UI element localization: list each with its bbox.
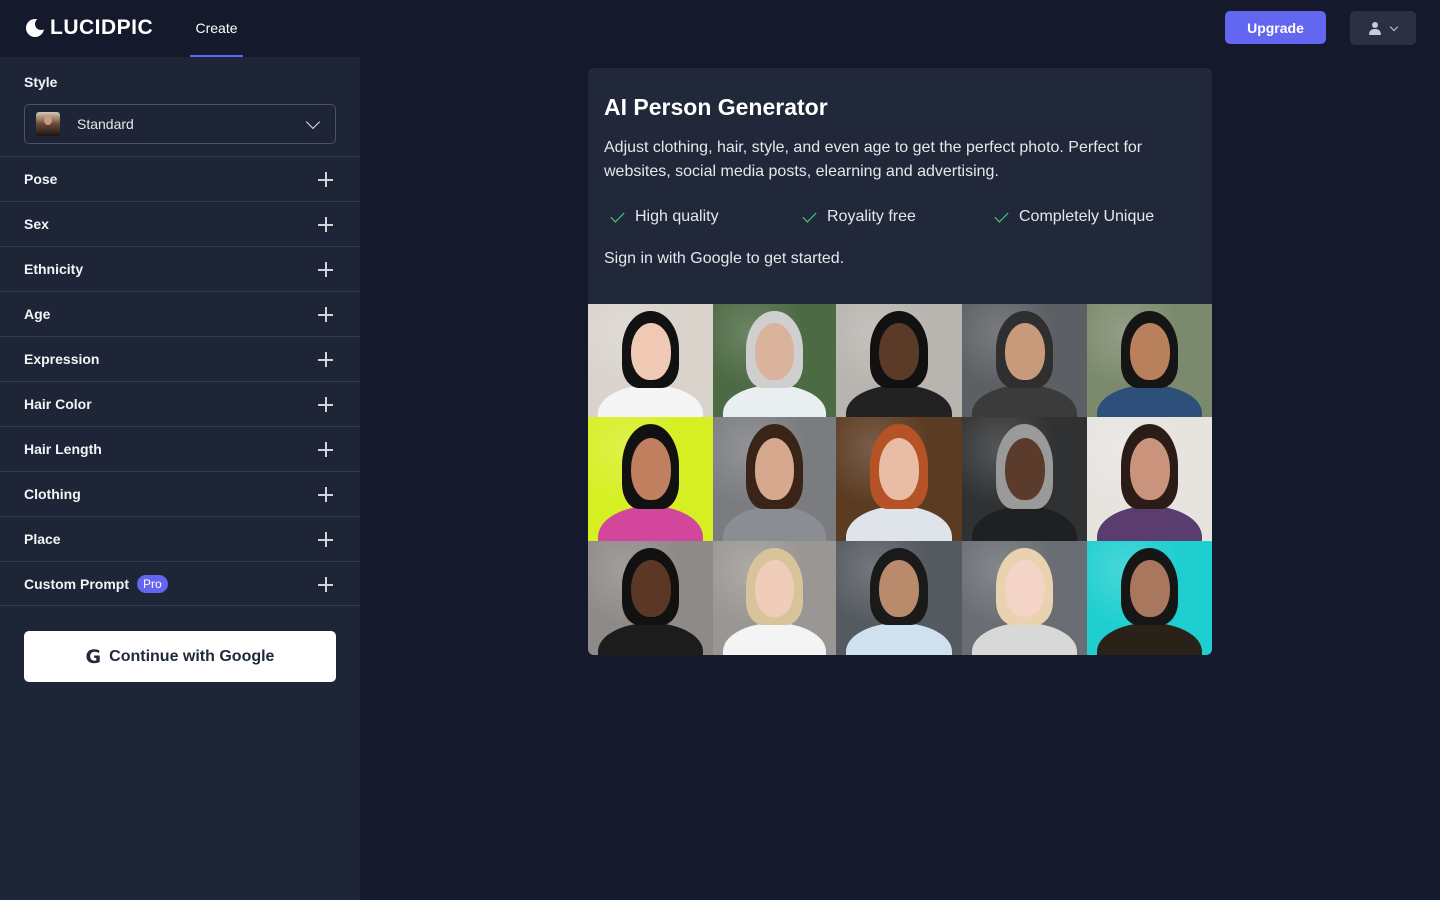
portrait-image (713, 417, 836, 541)
accordion-item[interactable]: Hair Length (0, 426, 360, 471)
accordion-item[interactable]: Sex (0, 201, 360, 246)
style-select[interactable]: Standard (24, 104, 336, 144)
accordion-label: Place (24, 531, 61, 547)
tab-create[interactable]: Create (190, 0, 243, 57)
top-bar: LUCIDPIC Create Upgrade (0, 0, 1440, 57)
style-label: Style (24, 74, 58, 90)
portrait-image (713, 541, 836, 655)
style-selected-value: Standard (77, 116, 134, 132)
accordion-label: Age (24, 306, 51, 322)
portrait-image (836, 304, 962, 417)
plus-icon (318, 262, 333, 277)
portrait-image (588, 417, 713, 541)
accordion-item[interactable]: Expression (0, 336, 360, 381)
feature-label: High quality (635, 208, 719, 225)
user-menu-button[interactable] (1350, 11, 1416, 45)
portrait-image (1087, 304, 1212, 417)
plus-icon (318, 532, 333, 547)
portrait-image (962, 417, 1087, 541)
portrait-image (836, 541, 962, 655)
style-thumbnail (36, 112, 60, 136)
page-title: AI Person Generator (604, 94, 828, 120)
user-icon (1369, 21, 1381, 35)
accordion-label: Expression (24, 351, 100, 367)
accordion-label: Custom Prompt (24, 575, 129, 592)
accordion-item[interactable]: Custom Prompt Pro (0, 561, 360, 606)
chevron-down-icon (305, 114, 321, 130)
chevron-down-icon (1389, 22, 1399, 31)
check-icon (610, 207, 625, 223)
check-icon (802, 207, 817, 223)
plus-icon (318, 217, 333, 232)
portrait-image (962, 304, 1087, 417)
lucidpic-logo[interactable]: LUCIDPIC (26, 16, 153, 40)
upgrade-button[interactable]: Upgrade (1225, 11, 1326, 44)
example-portrait-grid (588, 304, 1212, 655)
generator-card: AI Person Generator Adjust clothing, hai… (588, 68, 1212, 655)
continue-with-google-button[interactable]: G Continue with Google (24, 631, 336, 682)
plus-icon (318, 307, 333, 322)
google-icon: G (85, 645, 102, 668)
feature-label: Royality free (827, 208, 916, 225)
accordion-label: Ethnicity (24, 261, 84, 277)
card-description: Adjust clothing, hair, style, and even a… (604, 139, 1143, 180)
option-accordion: Pose Sex Ethnicity Age Expression Hair Color H… (0, 156, 360, 606)
accordion-item[interactable]: Place (0, 516, 360, 561)
accordion-item[interactable]: Age (0, 291, 360, 336)
portrait-image (1087, 417, 1212, 541)
feature-item: Royality free (802, 207, 916, 226)
feature-item: High quality (610, 207, 719, 226)
feature-label: Completely Unique (1019, 208, 1155, 225)
portrait-image (588, 304, 713, 417)
plus-icon (318, 577, 333, 592)
portrait-image (713, 304, 836, 417)
plus-icon (318, 172, 333, 187)
accordion-label: Clothing (24, 486, 81, 502)
logo-moon-icon (26, 18, 47, 37)
accordion-label: Pose (24, 171, 58, 187)
accordion-label: Hair Color (24, 396, 92, 412)
accordion-item[interactable]: Hair Color (0, 381, 360, 426)
accordion-item[interactable]: Ethnicity (0, 246, 360, 291)
feature-list: High quality Royality free Completely Un… (610, 207, 1204, 232)
accordion-item[interactable]: Clothing (0, 471, 360, 516)
check-icon (994, 207, 1009, 223)
plus-icon (318, 352, 333, 367)
plus-icon (318, 487, 333, 502)
accordion-item[interactable]: Pose (0, 156, 360, 201)
portrait-image (836, 417, 962, 541)
plus-icon (318, 442, 333, 457)
feature-item: Completely Unique (994, 207, 1155, 226)
plus-icon (318, 397, 333, 412)
accordion-label: Sex (24, 216, 49, 232)
pro-badge: Pro (137, 574, 168, 593)
accordion-label: Hair Length (24, 441, 102, 457)
portrait-image (588, 541, 713, 655)
options-sidebar: Style Standard Pose Sex Ethnicity Age Expres… (0, 57, 360, 900)
portrait-image (1087, 541, 1212, 655)
logo-text: LUCIDPIC (50, 16, 154, 39)
signin-prompt: Sign in with Google to get started. (604, 250, 845, 267)
portrait-image (962, 541, 1087, 655)
google-button-label: Continue with Google (109, 647, 275, 665)
